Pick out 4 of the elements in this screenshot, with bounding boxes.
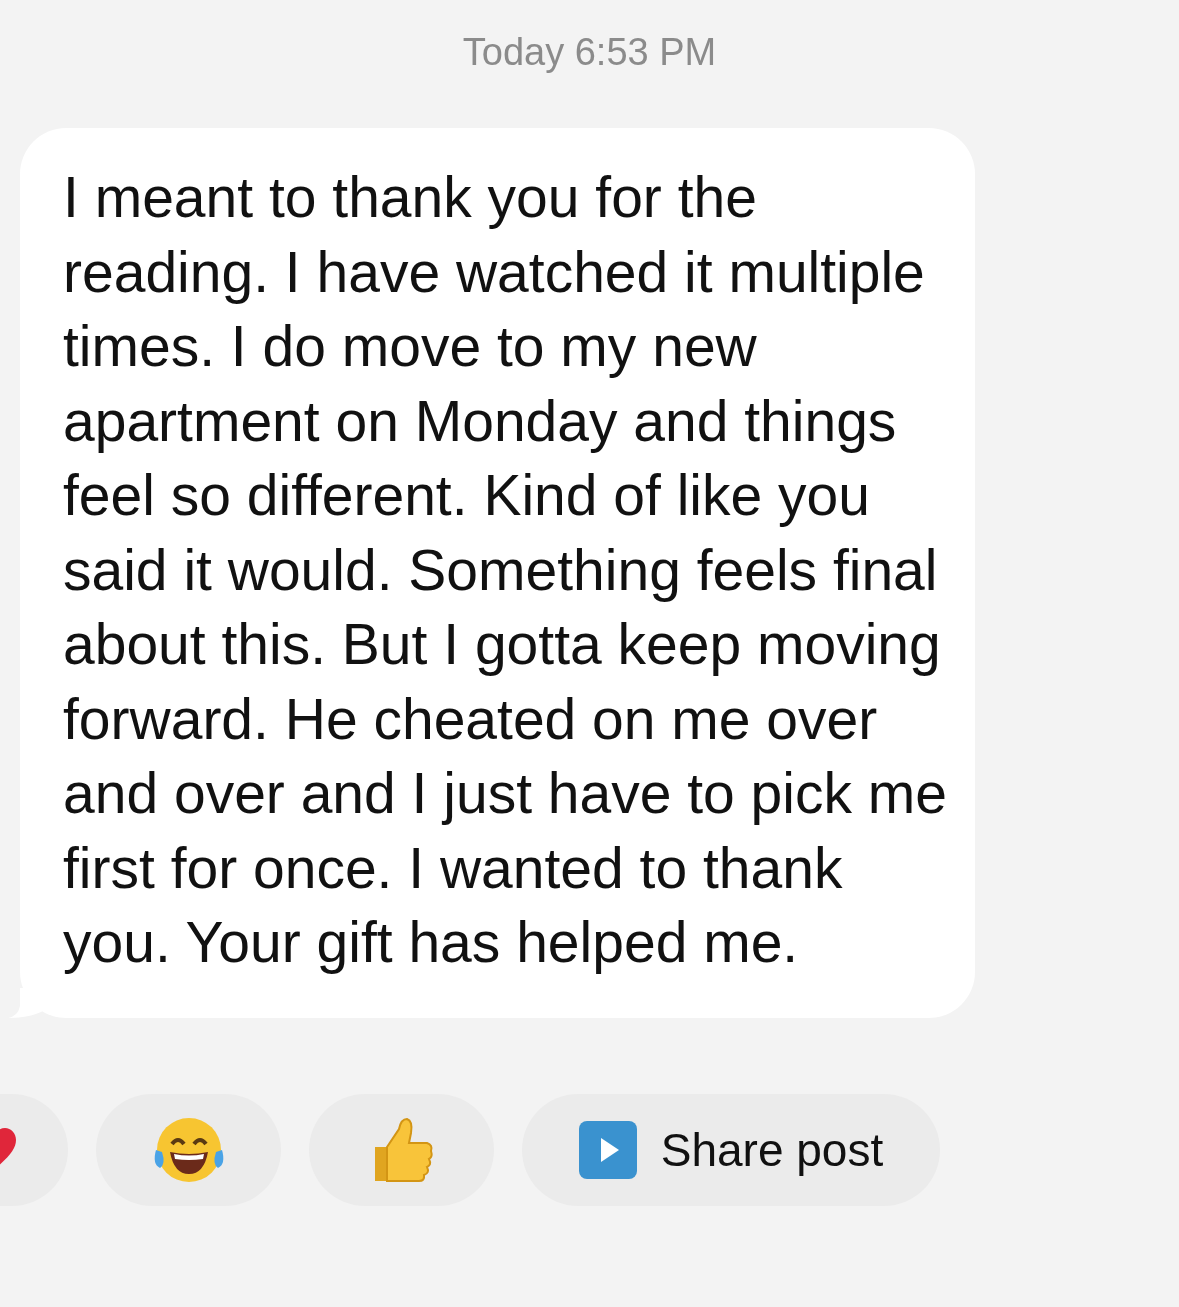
share-post-button[interactable]: Share post	[522, 1093, 940, 1206]
message-text: I meant to thank you for the reading. I have watched it multiple times. I do move to my new apartment on Monday and things feel so different. Kind of like you said it would. Something feels final about this. But I gotta keep moving forward. He cheated on me over and over and I just have to pick me first for once. I wanted to thank you. Your gift has helped me.	[63, 164, 948, 976]
timestamp: Today 6:53 PM	[462, 30, 717, 75]
play-icon	[578, 1120, 637, 1179]
